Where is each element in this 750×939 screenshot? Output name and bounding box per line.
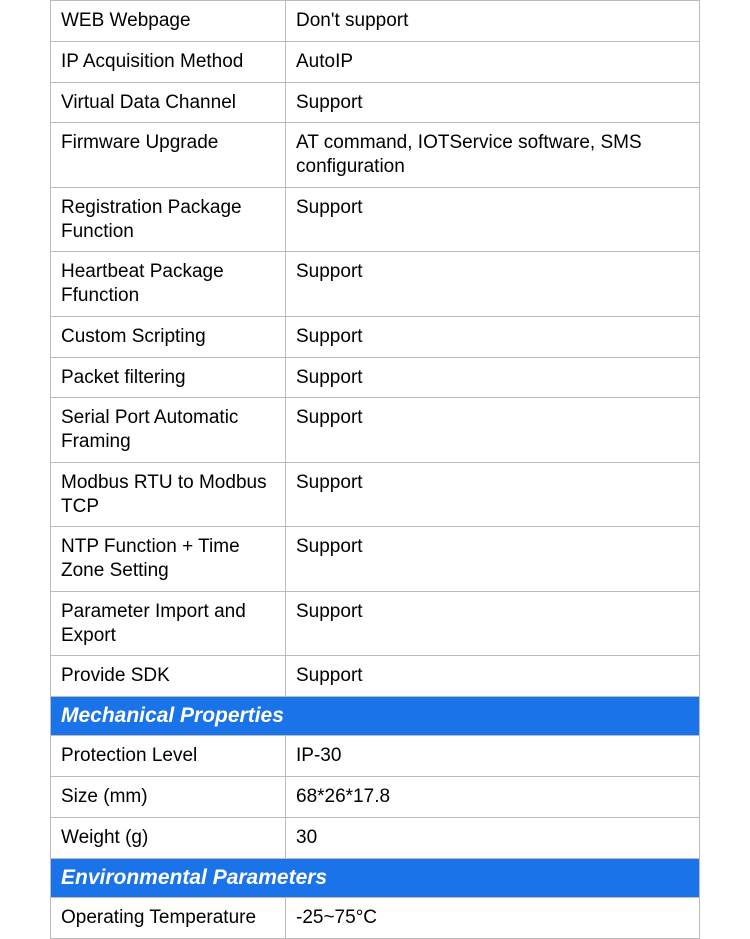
- row-value: Support: [286, 656, 700, 697]
- row-label: Protection Level: [51, 736, 286, 777]
- table-row: Packet filteringSupport: [51, 357, 700, 398]
- row-label: Weight (g): [51, 817, 286, 858]
- row-value: 68*26*17.8: [286, 777, 700, 818]
- row-label: Provide SDK: [51, 656, 286, 697]
- row-value: Don't support: [286, 1, 700, 42]
- row-value: 30: [286, 817, 700, 858]
- table-row: Serial Port Automatic FramingSupport: [51, 398, 700, 463]
- section-header-label: Mechanical Properties: [51, 697, 700, 736]
- row-label: Operating Temperature: [51, 897, 286, 938]
- row-label: Parameter Import and Export: [51, 591, 286, 656]
- row-label: Serial Port Automatic Framing: [51, 398, 286, 463]
- row-value: Support: [286, 462, 700, 527]
- section-header-label: Environmental Parameters: [51, 858, 700, 897]
- table-row: NTP Function + Time Zone SettingSupport: [51, 527, 700, 592]
- section-header: Mechanical Properties: [51, 697, 700, 736]
- row-value: Support: [286, 252, 700, 317]
- row-value: Support: [286, 82, 700, 123]
- table-row: IP Acquisition MethodAutoIP: [51, 41, 700, 82]
- table-row: Protection LevelIP-30: [51, 736, 700, 777]
- row-value: AutoIP: [286, 41, 700, 82]
- table-row: Parameter Import and ExportSupport: [51, 591, 700, 656]
- table-row: Modbus RTU to Modbus TCPSupport: [51, 462, 700, 527]
- table-row: Custom ScriptingSupport: [51, 316, 700, 357]
- row-value: Support: [286, 527, 700, 592]
- row-label: Heartbeat Package Ffunction: [51, 252, 286, 317]
- spec-table: WEB WebpageDon't supportIP Acquisition M…: [50, 0, 700, 939]
- row-value: Support: [286, 591, 700, 656]
- table-row: Registration Package FunctionSupport: [51, 187, 700, 252]
- row-label: Custom Scripting: [51, 316, 286, 357]
- row-value: Support: [286, 357, 700, 398]
- row-label: Firmware Upgrade: [51, 123, 286, 188]
- table-row: Size (mm)68*26*17.8: [51, 777, 700, 818]
- row-label: NTP Function + Time Zone Setting: [51, 527, 286, 592]
- table-row: Provide SDKSupport: [51, 656, 700, 697]
- table-row: WEB WebpageDon't support: [51, 1, 700, 42]
- row-value: IP-30: [286, 736, 700, 777]
- table-row: Virtual Data ChannelSupport: [51, 82, 700, 123]
- row-label: Size (mm): [51, 777, 286, 818]
- row-value: Support: [286, 187, 700, 252]
- row-value: Support: [286, 398, 700, 463]
- row-label: Packet filtering: [51, 357, 286, 398]
- table-row: Weight (g)30: [51, 817, 700, 858]
- row-label: Registration Package Function: [51, 187, 286, 252]
- table-row: Operating Temperature-25~75°C: [51, 897, 700, 938]
- row-value: AT command, IOTService software, SMS con…: [286, 123, 700, 188]
- row-value: Support: [286, 316, 700, 357]
- row-label: Virtual Data Channel: [51, 82, 286, 123]
- row-value: -25~75°C: [286, 897, 700, 938]
- section-header: Environmental Parameters: [51, 858, 700, 897]
- row-label: IP Acquisition Method: [51, 41, 286, 82]
- row-label: Modbus RTU to Modbus TCP: [51, 462, 286, 527]
- table-row: Firmware UpgradeAT command, IOTService s…: [51, 123, 700, 188]
- row-label: WEB Webpage: [51, 1, 286, 42]
- table-row: Heartbeat Package FfunctionSupport: [51, 252, 700, 317]
